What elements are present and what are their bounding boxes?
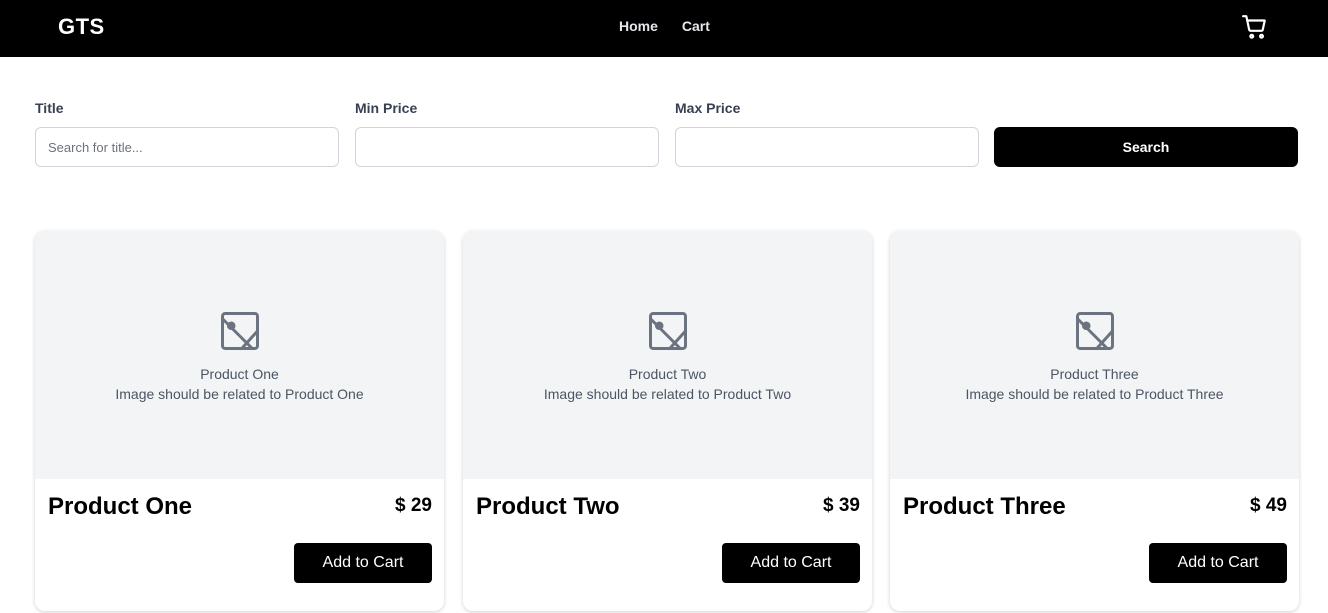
title-filter: Title (35, 100, 339, 167)
product-title: Product Three (903, 493, 1066, 520)
image-caption-note: Image should be related to Product Three (965, 386, 1224, 402)
nav-link-cart[interactable]: Cart (682, 18, 710, 34)
max-price-input[interactable] (675, 127, 979, 167)
max-price-label: Max Price (675, 100, 741, 116)
product-image-placeholder: Product One Image should be related to P… (35, 231, 444, 479)
top-navbar: GTS Home Cart (0, 0, 1328, 57)
min-price-label: Min Price (355, 100, 418, 116)
main-nav: Home Cart (619, 18, 710, 34)
product-card: Product Three Image should be related to… (890, 231, 1299, 611)
product-image-placeholder: Product Two Image should be related to P… (463, 231, 872, 479)
search-button[interactable]: Search (994, 127, 1298, 167)
broken-image-icon (1075, 312, 1114, 350)
nav-link-home[interactable]: Home (619, 18, 658, 34)
product-image-placeholder: Product Three Image should be related to… (890, 231, 1299, 479)
image-caption-title: Product One (200, 366, 279, 382)
title-label: Title (35, 100, 64, 116)
add-to-cart-button[interactable]: Add to Cart (722, 543, 860, 583)
image-caption-title: Product Three (1050, 366, 1139, 382)
product-price: $ 39 (823, 495, 860, 516)
title-search-input[interactable] (35, 127, 339, 167)
broken-image-icon (220, 312, 259, 350)
image-caption: Product Three Image should be related to… (890, 364, 1299, 404)
product-title: Product One (48, 493, 193, 520)
image-caption: Product One Image should be related to P… (35, 364, 444, 404)
product-price: $ 49 (1250, 495, 1287, 516)
add-to-cart-button[interactable]: Add to Cart (1149, 543, 1287, 583)
max-price-filter: Max Price (675, 100, 979, 167)
add-to-cart-button[interactable]: Add to Cart (294, 543, 432, 583)
shopping-cart-icon[interactable] (1242, 14, 1268, 40)
filter-bar: Title Min Price Max Price Search (35, 100, 1298, 170)
product-price: $ 29 (395, 495, 432, 516)
image-caption-note: Image should be related to Product Two (543, 386, 792, 402)
product-card: Product One Image should be related to P… (35, 231, 444, 611)
image-caption-title: Product Two (628, 366, 707, 382)
product-card: Product Two Image should be related to P… (463, 231, 872, 611)
broken-image-icon (648, 312, 687, 350)
site-logo[interactable]: GTS (58, 14, 105, 40)
min-price-filter: Min Price (355, 100, 659, 167)
product-title: Product Two (476, 493, 620, 520)
min-price-input[interactable] (355, 127, 659, 167)
image-caption-note: Image should be related to Product One (115, 386, 364, 402)
image-caption: Product Two Image should be related to P… (463, 364, 872, 404)
